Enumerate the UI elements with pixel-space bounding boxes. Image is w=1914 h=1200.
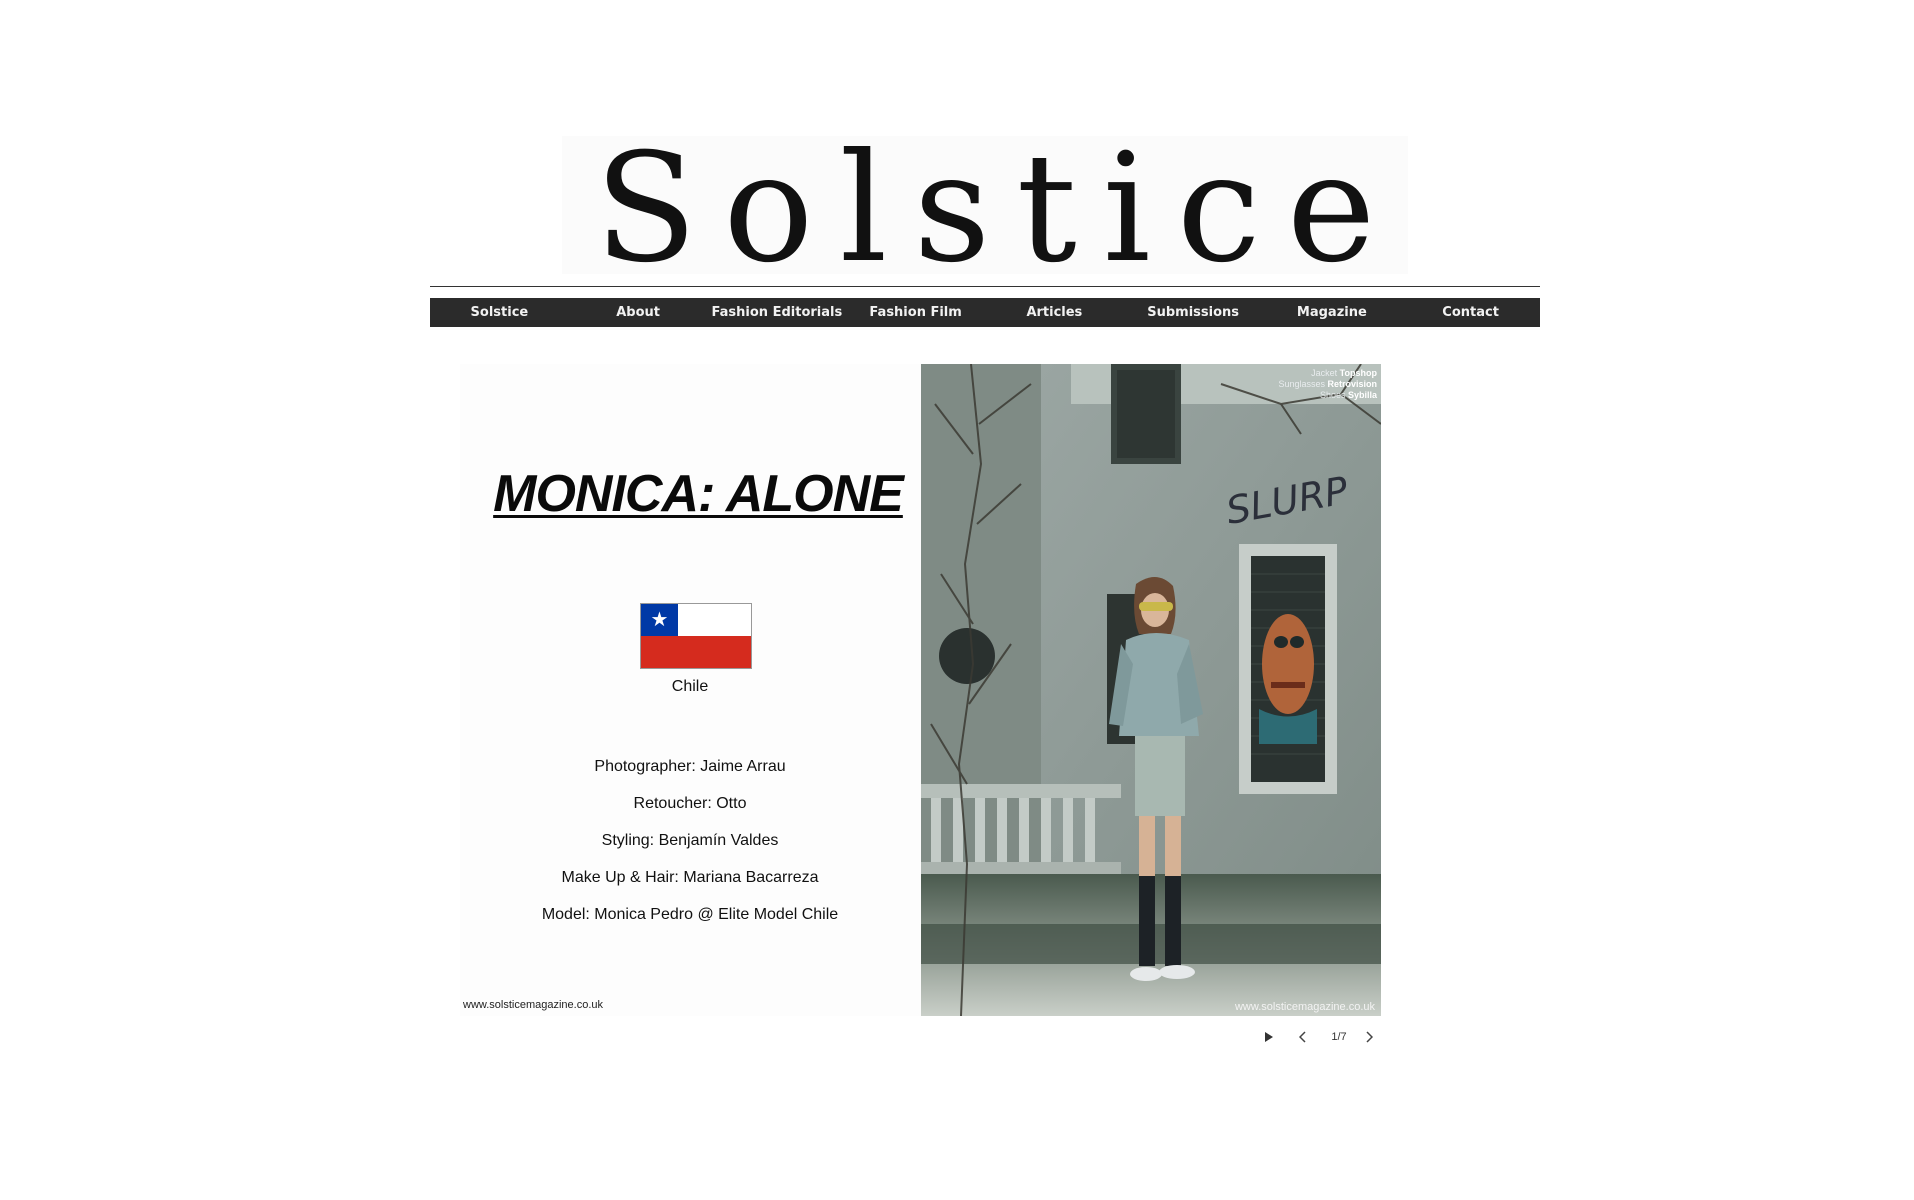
nav-item-magazine[interactable]: Magazine	[1263, 298, 1402, 327]
caption-item-jacket: Jacket	[1311, 368, 1338, 378]
editorial-slide[interactable]: MONICA: ALONE ★ Chile Photographer: Jaim…	[460, 364, 1381, 1016]
nav-item-fashion-film[interactable]: Fashion Film	[846, 298, 985, 327]
chevron-right-icon[interactable]	[1360, 1026, 1378, 1048]
site-logo-text: Solstice	[594, 122, 1402, 296]
credit-styling: Styling: Benjamín Valdes	[601, 832, 779, 849]
page: Solstice Solstice About Fashion Editoria…	[0, 0, 1914, 1200]
nav-item-articles[interactable]: Articles	[985, 298, 1124, 327]
header-divider	[430, 286, 1540, 287]
main-nav: Solstice About Fashion Editorials Fashio…	[430, 298, 1540, 327]
slide-counter: 1/7	[1331, 1031, 1347, 1043]
photo-credits-caption: Jacket Topshop Sunglasses Retrovision Sh…	[1278, 368, 1377, 401]
watermark-right: www.solsticemagazine.co.uk	[1234, 1001, 1375, 1013]
nav-item-contact[interactable]: Contact	[1401, 298, 1540, 327]
caption-item-shoes: Shoes	[1319, 390, 1346, 400]
credit-makeup-hair: Make Up & Hair: Mariana Bacarreza	[561, 869, 819, 886]
editorial-info-page: MONICA: ALONE ★ Chile Photographer: Jaim…	[460, 364, 920, 1016]
credit-photographer: Photographer: Jaime Arrau	[594, 758, 786, 775]
caption-item-sunglasses: Sunglasses	[1278, 379, 1325, 389]
chile-flag-icon: ★	[640, 603, 752, 669]
nav-item-fashion-editorials[interactable]: Fashion Editorials	[708, 298, 847, 327]
credits-list: Photographer: Jaime Arrau Retoucher: Ott…	[460, 748, 920, 933]
editorial-photo-image: SLURP	[921, 364, 1381, 1016]
country-label: Chile	[671, 678, 709, 695]
caption-brand-topshop: Topshop	[1339, 368, 1377, 378]
credit-retoucher: Retoucher: Otto	[633, 795, 747, 812]
site-logo[interactable]: Solstice	[562, 134, 1408, 284]
chevron-left-icon[interactable]	[1294, 1026, 1312, 1048]
caption-brand-sybilla: Sybilla	[1347, 390, 1377, 400]
gallery-controls: 1/7	[1260, 1026, 1380, 1048]
caption-brand-retrovision: Retrovision	[1327, 379, 1377, 389]
nav-item-solstice[interactable]: Solstice	[430, 298, 569, 327]
editorial-title: MONICA: ALONE	[493, 465, 904, 523]
watermark-left: www.solsticemagazine.co.uk	[463, 999, 604, 1011]
nav-item-submissions[interactable]: Submissions	[1124, 298, 1263, 327]
editorial-photo: SLURP Jacket Topshop Sunglasses Retrovis…	[921, 364, 1381, 1016]
nav-item-about[interactable]: About	[569, 298, 708, 327]
credit-model: Model: Monica Pedro @ Elite Model Chile	[541, 906, 839, 923]
play-icon[interactable]	[1260, 1026, 1278, 1048]
